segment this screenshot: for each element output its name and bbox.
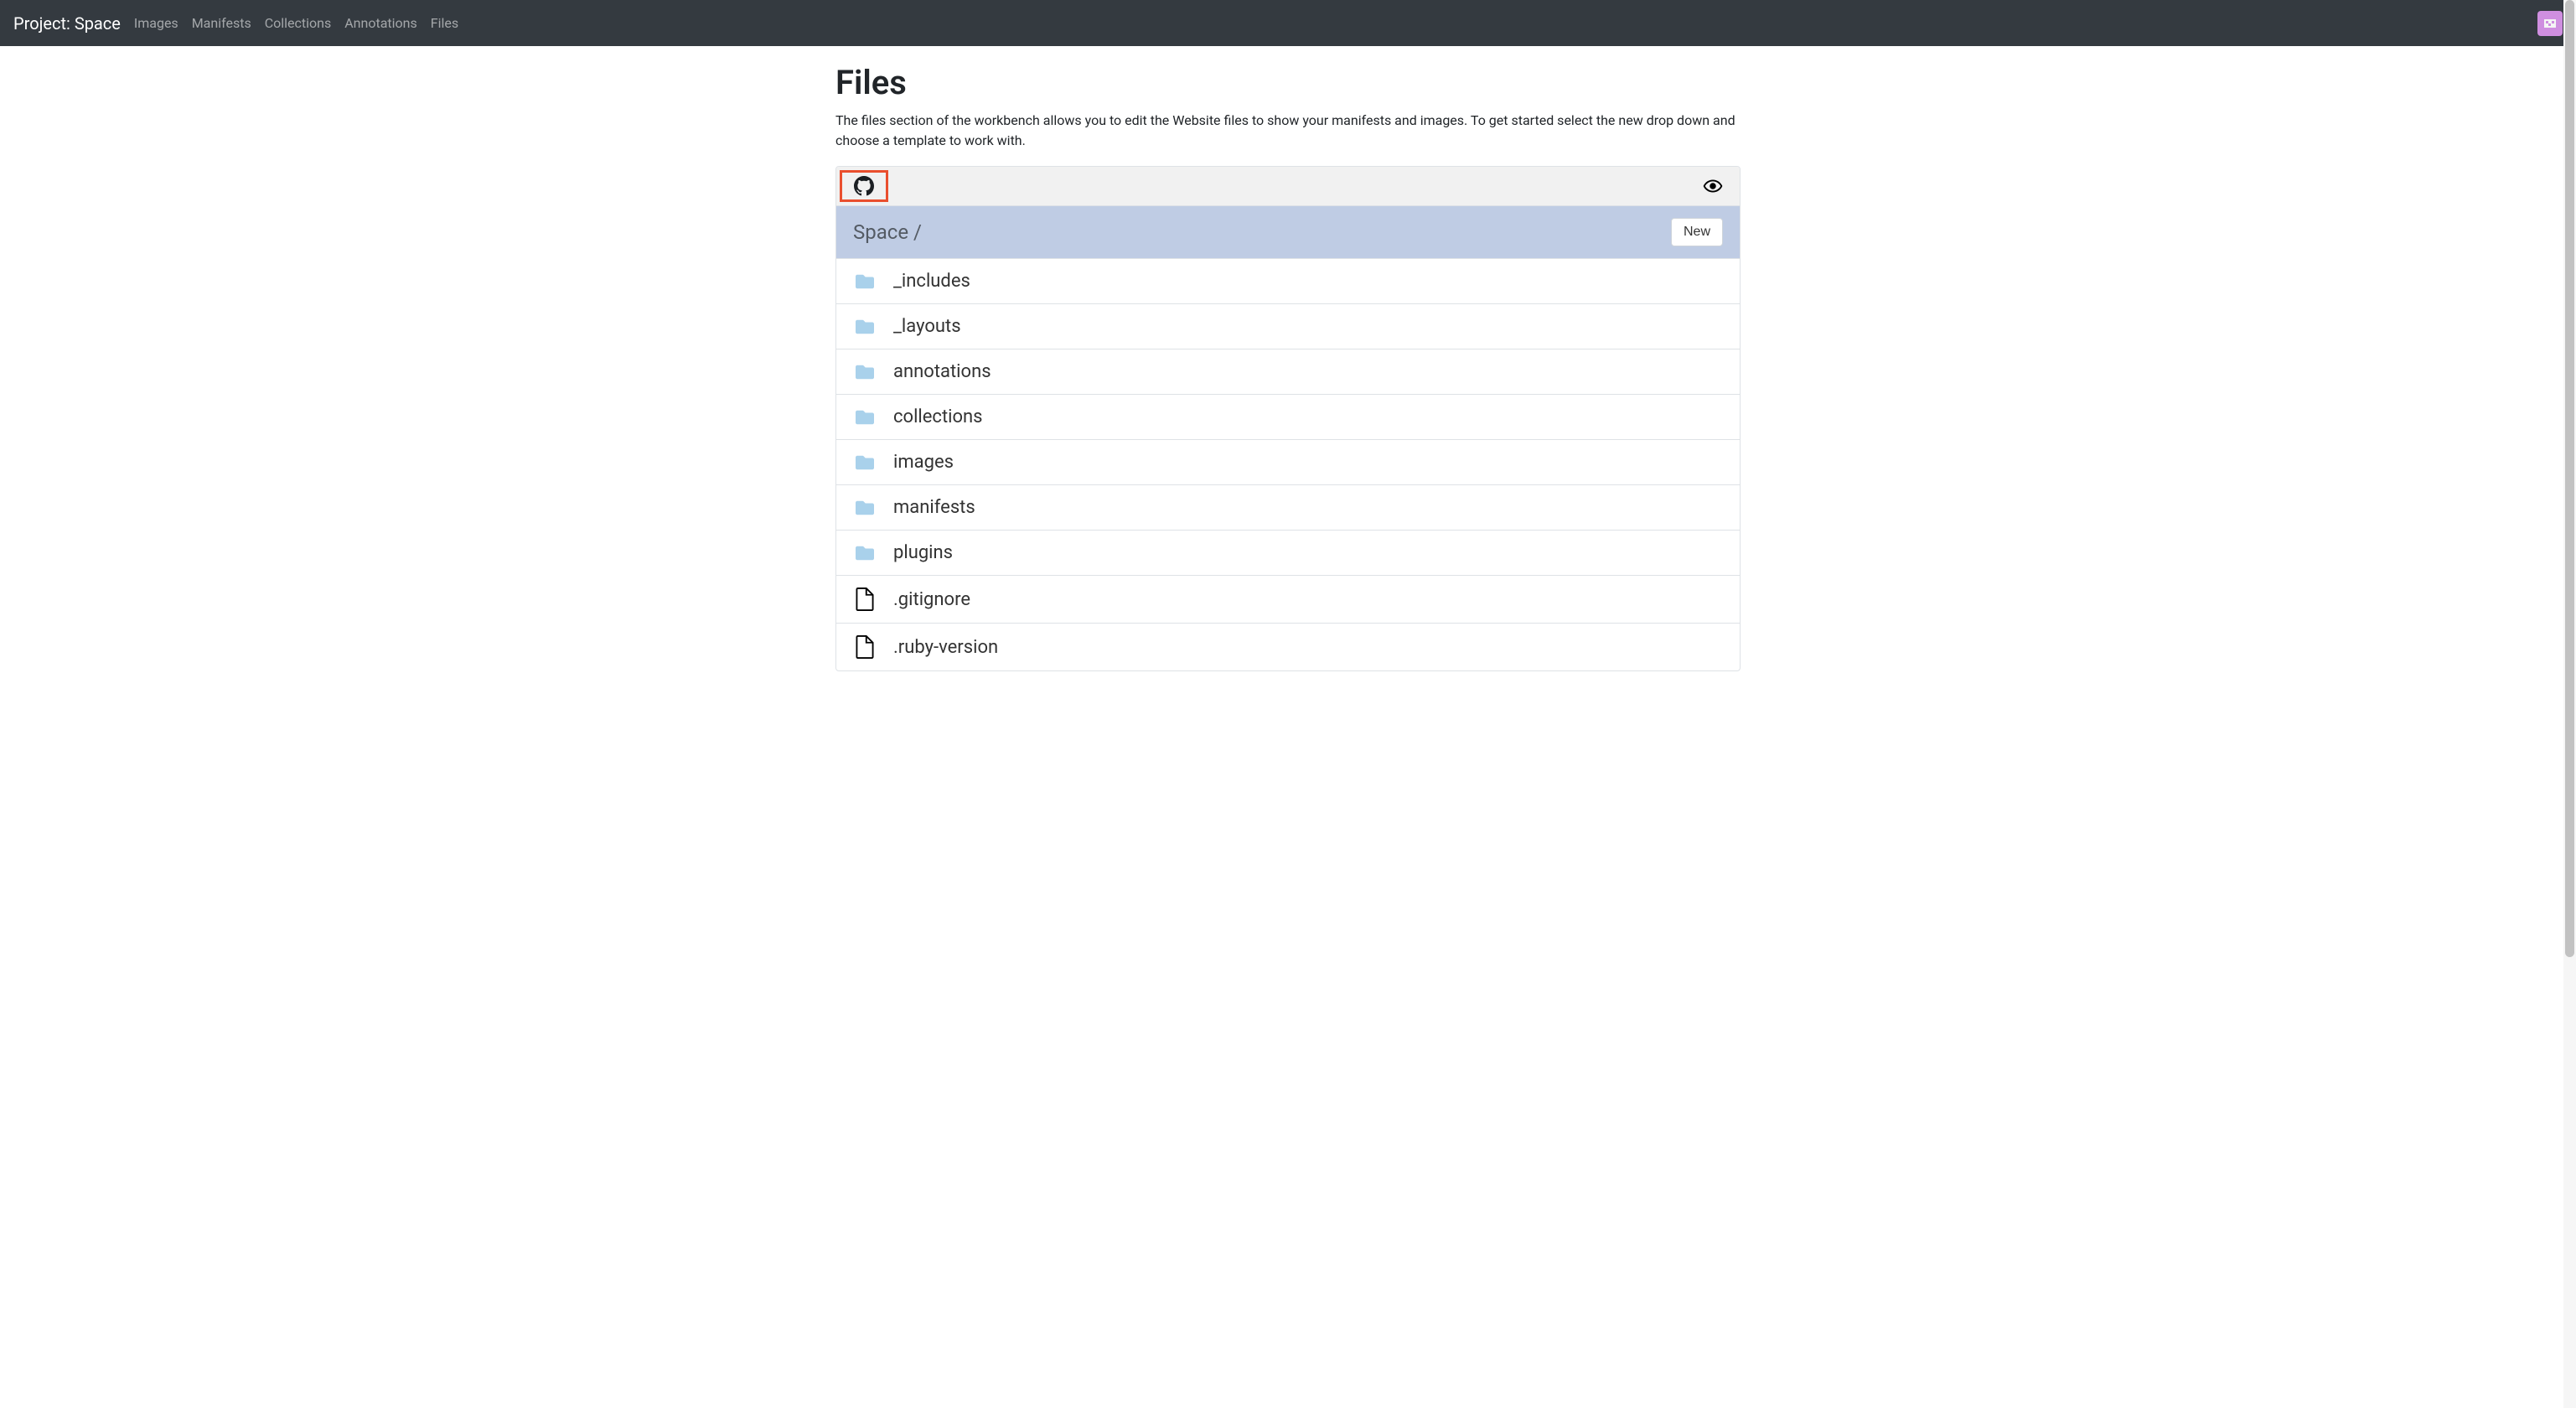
file-row-_layouts[interactable]: _layouts [836, 304, 1740, 349]
files-card: Space / New _includes _layouts annotations… [835, 166, 1741, 671]
file-name: _layouts [893, 316, 961, 337]
file-name: images [893, 452, 954, 473]
file-name: manifests [893, 497, 975, 518]
folder-icon [853, 499, 877, 517]
new-button[interactable]: New [1671, 218, 1723, 246]
file-name: collections [893, 406, 983, 427]
toolbar [836, 167, 1740, 206]
nav-link-annotations[interactable]: Annotations [344, 15, 417, 31]
nav-link-files[interactable]: Files [431, 15, 458, 31]
nav-link-collections[interactable]: Collections [265, 15, 332, 31]
file-row-.gitignore[interactable]: .gitignore [836, 576, 1740, 624]
file-row-_includes[interactable]: _includes [836, 259, 1740, 304]
file-icon [856, 635, 874, 659]
main-content: Files The files section of the workbench… [835, 46, 1741, 671]
file-row-.ruby-version[interactable]: .ruby-version [836, 624, 1740, 670]
file-list: _includes _layouts annotations collections i… [836, 259, 1740, 670]
file-name: _includes [893, 271, 970, 292]
folder-icon [853, 363, 877, 381]
breadcrumb-bar: Space / New [836, 206, 1740, 259]
nav-brand[interactable]: Project: Space [13, 13, 121, 34]
folder-icon [853, 544, 877, 562]
file-row-manifests[interactable]: manifests [836, 485, 1740, 531]
file-name: .gitignore [893, 589, 970, 610]
nav-link-images[interactable]: Images [134, 15, 178, 31]
navbar: Project: Space Images Manifests Collecti… [0, 0, 2576, 46]
file-icon [856, 588, 874, 611]
file-name: .ruby-version [893, 637, 998, 658]
folder-icon [853, 453, 877, 472]
github-button[interactable] [840, 170, 888, 202]
breadcrumb[interactable]: Space / [853, 220, 922, 244]
page-description: The files section of the workbench allow… [835, 111, 1741, 151]
avatar[interactable] [2537, 11, 2563, 36]
file-row-plugins[interactable]: plugins [836, 531, 1740, 576]
github-icon [854, 176, 874, 196]
file-row-collections[interactable]: collections [836, 395, 1740, 440]
scrollbar-thumb[interactable] [2565, 0, 2574, 957]
file-name: plugins [893, 542, 953, 563]
scrollbar[interactable] [2563, 0, 2576, 1408]
file-row-images[interactable]: images [836, 440, 1740, 485]
file-row-annotations[interactable]: annotations [836, 349, 1740, 395]
folder-icon [853, 408, 877, 427]
folder-icon [853, 318, 877, 336]
preview-button[interactable] [1701, 178, 1725, 194]
eye-icon [1701, 178, 1725, 194]
file-name: annotations [893, 361, 991, 382]
page-title: Files [835, 63, 1741, 102]
folder-icon [853, 272, 877, 291]
nav-left: Project: Space Images Manifests Collecti… [13, 13, 458, 34]
nav-link-manifests[interactable]: Manifests [192, 15, 251, 31]
